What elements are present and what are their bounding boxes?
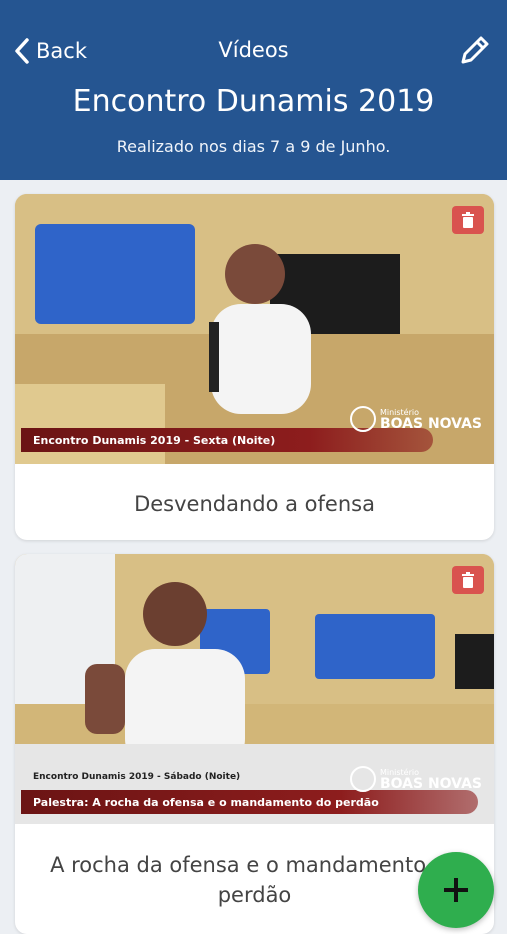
video-title: Desvendando a ofensa [134,492,375,516]
page-title: Encontro Dunamis 2019 [72,84,435,119]
delete-button[interactable] [452,206,484,234]
trash-icon [462,212,474,228]
logo-emblem [349,406,376,432]
page-subtitle: Realizado nos dias 7 a 9 de Junho. [116,137,391,156]
delete-button[interactable] [452,566,484,594]
header: Back Vídeos Encontro Dunamis 2019 Realiz… [0,0,507,180]
logo-big-text: BOAS NOVAS [379,415,482,432]
nav-title: Vídeos [218,38,289,62]
ministry-logo: Ministério BOAS NOVAS [349,406,482,432]
add-video-button[interactable] [418,852,494,928]
lower-third-top: Encontro Dunamis 2019 - Sábado (Noite) [33,772,241,782]
logo-emblem [349,766,376,792]
pencil-icon [461,36,489,64]
lower-third: Palestra: A rocha da ofensa e o mandamen… [21,790,478,814]
logo-big-text: BOAS NOVAS [379,775,482,792]
video-thumbnail[interactable]: Encontro Dunamis 2019 - Sexta (Noite) Mi… [15,194,494,464]
video-thumbnail[interactable]: Encontro Dunamis 2019 - Sábado (Noite) P… [15,554,494,824]
edit-button[interactable] [459,34,491,66]
ministry-logo: Ministério BOAS NOVAS [349,766,482,792]
video-card[interactable]: Encontro Dunamis 2019 - Sexta (Noite) Mi… [15,194,494,540]
trash-icon [462,572,474,588]
